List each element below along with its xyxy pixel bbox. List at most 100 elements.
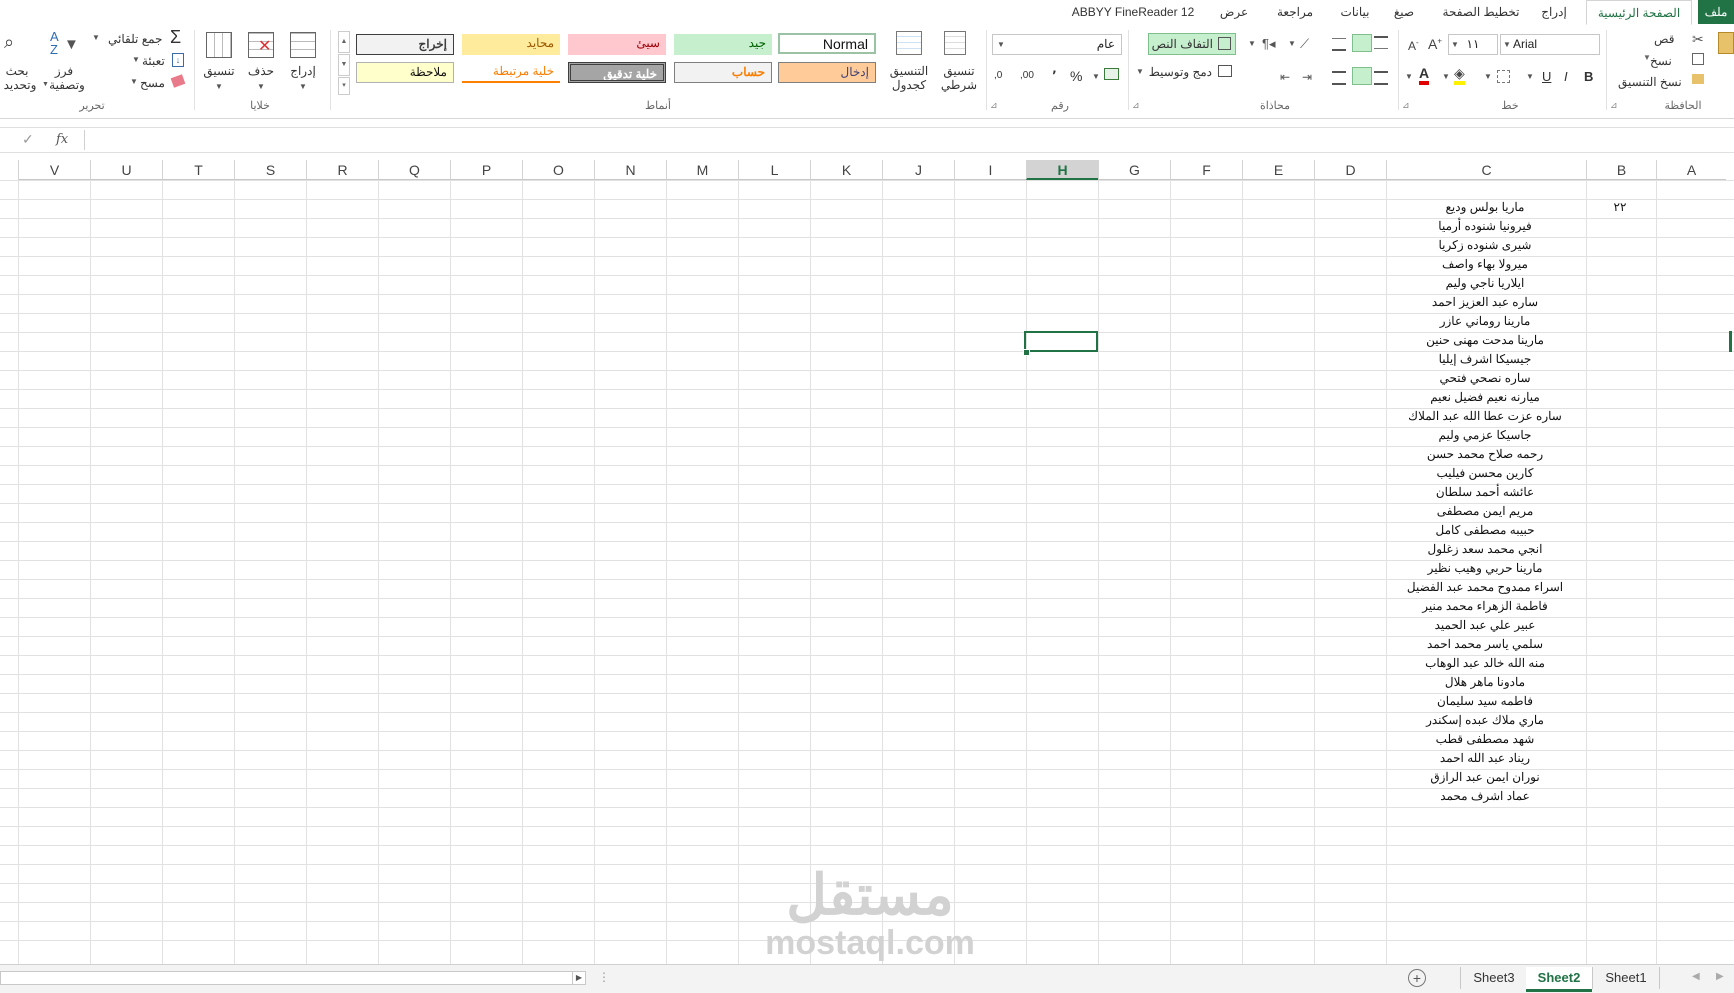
style-output[interactable]: إخراج [356,34,454,55]
rtl-icon[interactable]: ¶◂ [1262,36,1276,52]
clear-icon[interactable] [170,74,186,88]
merge-center-dropdown-icon[interactable]: ▼ [1136,67,1144,76]
insert-cells-icon[interactable] [290,32,316,58]
selected-cell[interactable] [1024,331,1098,352]
column-header-u[interactable]: U [90,160,162,180]
alignment-launcher-icon[interactable]: ⊿ [1132,100,1140,111]
column-header-f[interactable]: F [1170,160,1242,180]
cell-c-name[interactable]: فيرونيا شنوده أرميا [1386,217,1584,236]
comma-icon[interactable]: ٬ [1052,68,1056,85]
cell-c-name[interactable]: عبير علي عبد الحميد [1386,616,1584,635]
percent-icon[interactable]: % [1070,68,1082,84]
cell-c-name[interactable]: ساره عبد العزيز احمد [1386,293,1584,312]
styles-scroll-down-icon[interactable]: ▼ [338,54,350,76]
autosum-icon[interactable]: Σ [170,27,181,48]
orientation-icon[interactable]: ⟋ [1300,36,1309,52]
align-bottom-icon[interactable] [1332,38,1346,51]
find-select-label-2[interactable]: وتحديد [0,78,40,92]
cell-c-name[interactable]: كارين محسن فيليب [1386,464,1584,483]
cell-c-name[interactable]: ماري ملاك عبده إسكندر [1386,711,1584,730]
fill-dropdown-icon[interactable]: ▼ [132,55,140,64]
style-linked-cell[interactable]: خلية مرتبطة [462,62,560,83]
cell-c-name[interactable]: جاسيكا عزمي وليم [1386,426,1584,445]
column-header-m[interactable]: M [666,160,738,180]
accounting-icon[interactable] [1104,68,1119,80]
fill-handle[interactable] [1023,349,1030,356]
format-cells-dropdown-icon[interactable]: ▼ [215,82,223,91]
cell-c-name[interactable]: ميارنه نعيم فضيل نعيم [1386,388,1584,407]
align-right-icon[interactable] [1374,71,1388,85]
paste-icon[interactable] [1718,32,1734,54]
conditional-formatting-icon[interactable] [944,31,966,55]
increase-decimal-icon[interactable]: ,00 [1020,70,1034,81]
tab-view[interactable]: عرض [1214,0,1254,24]
font-size-combo[interactable]: ▼ ١١ [1448,34,1498,55]
align-top-icon[interactable] [1374,36,1388,49]
fill-color-dropdown-icon[interactable]: ▼ [1442,72,1450,81]
cell-c-name[interactable]: منه الله خالد عبد الوهاب [1386,654,1584,673]
font-launcher-icon[interactable]: ⊿ [1402,100,1410,111]
fill-button[interactable]: تعبئة [142,53,165,69]
column-header-o[interactable]: O [522,160,594,180]
format-as-table-icon[interactable] [896,31,922,55]
style-calculation[interactable]: حساب [674,62,772,83]
cell-c-name[interactable]: حبيبه مصطفى كامل [1386,521,1584,540]
style-normal[interactable]: Normal [778,33,876,54]
decrease-font-icon[interactable]: A- [1408,38,1419,53]
cell-c-name[interactable]: مارينا روماني عازر [1386,312,1584,331]
column-header-c[interactable]: C [1386,160,1586,180]
cell-c-name[interactable]: شهد مصطفى قطب [1386,730,1584,749]
column-header-n[interactable]: N [594,160,666,180]
horizontal-scrollbar[interactable] [0,971,586,985]
number-format-dropdown-icon[interactable]: ▼ [997,35,1005,54]
bold-icon[interactable]: B [1584,69,1593,84]
italic-icon[interactable]: I [1564,69,1568,84]
clear-dropdown-icon[interactable]: ▼ [130,77,138,86]
autosum-dropdown-icon[interactable]: ▼ [92,33,100,42]
next-sheet-icon[interactable]: ▶ [1716,971,1724,982]
tab-home[interactable]: الصفحة الرئيسية [1586,0,1692,25]
column-header-r[interactable]: R [306,160,378,180]
style-bad[interactable]: سيئ [568,34,666,55]
column-header-b[interactable]: B [1586,160,1656,180]
find-select-label-1[interactable]: بحث [0,64,34,78]
cell-c-name[interactable]: ساره عزت عطا الله عبد الملاك [1386,407,1584,426]
insert-function-icon[interactable]: fx [56,132,68,147]
number-launcher-icon[interactable]: ⊿ [990,100,998,111]
format-painter-button[interactable]: نسخ التنسيق [1618,74,1682,90]
prev-sheet-icon[interactable]: ◀ [1692,971,1700,982]
cell-c-name[interactable]: فاطمه سيد سليمان [1386,692,1584,711]
cell-c-name[interactable]: فاطمة الزهراء محمد منير [1386,597,1584,616]
cell-c-name[interactable]: نوران ايمن عبد الرازق [1386,768,1584,787]
font-color-icon[interactable]: A [1419,66,1430,85]
cut-button[interactable]: قص [1654,31,1674,47]
cut-icon[interactable]: ✂ [1692,31,1704,48]
wrap-text-button[interactable]: التفاف النص [1148,33,1236,55]
cell-c-name[interactable]: جيسيكا اشرف إيليا [1386,350,1584,369]
formula-input[interactable] [86,128,1734,152]
column-header-e[interactable]: E [1242,160,1314,180]
cell-c-name[interactable]: مادونا ماهر هلال [1386,673,1584,692]
column-header-s[interactable]: S [234,160,306,180]
orientation-dropdown-icon[interactable]: ▼ [1288,39,1296,48]
sheet-tab-sheet1[interactable]: Sheet1 [1592,967,1660,989]
add-sheet-icon[interactable]: + [1408,969,1426,987]
cell-c-name[interactable]: عائشه أحمد سلطان [1386,483,1584,502]
fill-icon[interactable]: ↓ [172,53,184,67]
tab-review[interactable]: مراجعة [1268,0,1322,24]
cell-c-name[interactable]: ماريا بولس وديع [1386,198,1584,217]
merge-center-button[interactable]: دمج وتوسيط ▼ [1136,61,1236,83]
cell-c-name[interactable]: ميرولا بهاء واصف [1386,255,1584,274]
column-header-h[interactable]: H [1026,160,1098,180]
sort-filter-icon[interactable]: AZ [50,30,59,56]
decrease-decimal-icon[interactable]: ,0 [994,70,1002,81]
align-middle-icon[interactable] [1352,34,1372,52]
cell-c-name[interactable]: شيرى شنوده زكريا [1386,236,1584,255]
column-header-g[interactable]: G [1098,160,1170,180]
copy-button[interactable]: نسخ [1650,53,1672,69]
find-select-icon[interactable]: ⌕ [4,32,14,53]
confirm-icon[interactable]: ✓ [22,131,34,148]
number-format-combo[interactable]: ▼ عام [992,34,1122,55]
cell-c-name[interactable]: ساره نصحي فتحي [1386,369,1584,388]
decrease-indent-icon[interactable]: ⇤ [1280,70,1290,84]
